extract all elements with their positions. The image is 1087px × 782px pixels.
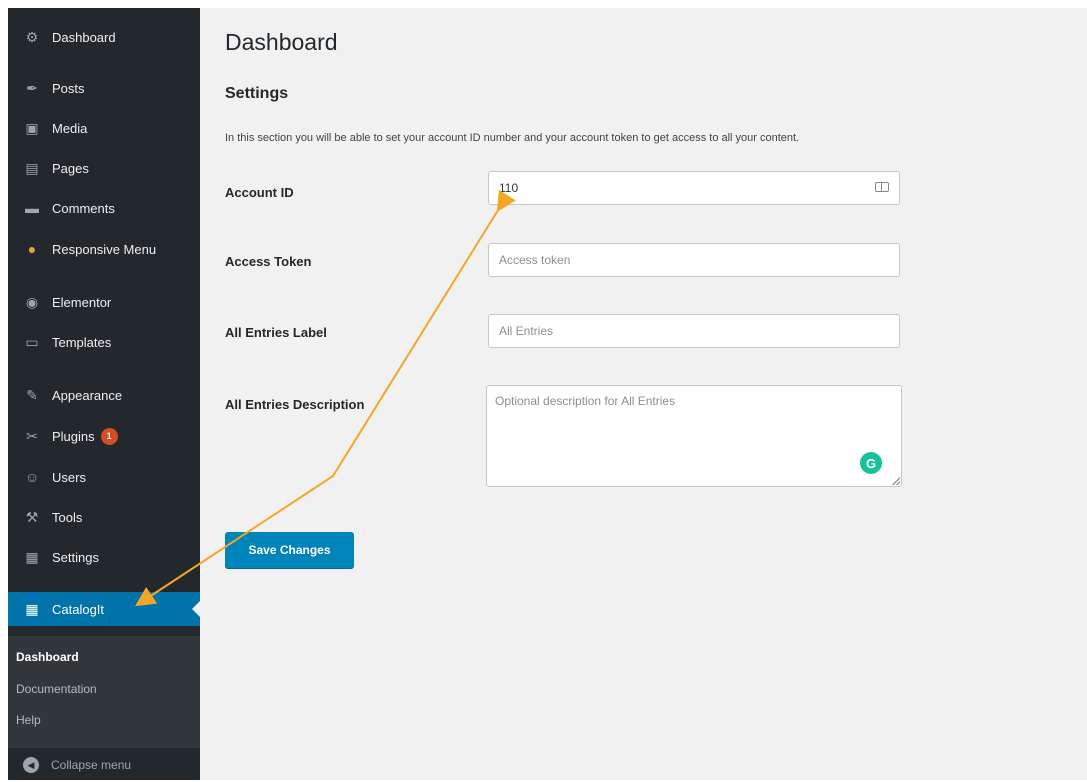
main-content: Dashboard Settings In this section you w… bbox=[200, 8, 1087, 780]
sidebar-item-label: CatalogIt bbox=[52, 601, 105, 617]
sidebar-item-responsive-menu[interactable]: ● Responsive Menu bbox=[8, 232, 200, 266]
sidebar-item-label: Settings bbox=[52, 549, 99, 565]
access-token-input[interactable] bbox=[488, 243, 900, 277]
sidebar-item-label: Tools bbox=[52, 509, 83, 525]
resize-handle[interactable] bbox=[892, 477, 900, 485]
media-icon: ▣ bbox=[25, 119, 39, 136]
collapse-menu-button[interactable]: ◀ Collapse menu bbox=[8, 748, 200, 782]
sidebar-item-posts[interactable]: ✒ Posts bbox=[8, 71, 200, 105]
entries-description-textarea[interactable] bbox=[486, 385, 902, 487]
sidebar-item-appearance[interactable]: ✎ Appearance bbox=[8, 378, 200, 412]
sidebar-item-label: Posts bbox=[52, 80, 85, 96]
comment-icon: ▬ bbox=[25, 200, 39, 216]
sidebar-item-pages[interactable]: ▤ Pages bbox=[8, 151, 200, 185]
sidebar-item-label: Media bbox=[52, 120, 88, 136]
sidebar-item-label: Comments bbox=[52, 200, 115, 216]
pages-icon: ▤ bbox=[25, 159, 39, 176]
entries-description-label: All Entries Description bbox=[225, 397, 365, 412]
submenu-item-documentation[interactable]: Documentation bbox=[16, 682, 97, 696]
sidebar-item-label: Plugins bbox=[52, 428, 95, 444]
sidebar-item-label: Users bbox=[52, 469, 86, 485]
sidebar-item-comments[interactable]: ▬ Comments bbox=[8, 191, 200, 225]
entries-label-label: All Entries Label bbox=[225, 325, 327, 340]
sidebar-item-templates[interactable]: ▭ Templates bbox=[8, 325, 200, 359]
sidebar-item-catalogit[interactable]: ▦ CatalogIt bbox=[8, 592, 200, 626]
grammarly-icon[interactable]: G bbox=[860, 452, 882, 474]
sidebar-item-dashboard[interactable]: ⚙ Dashboard bbox=[8, 20, 200, 54]
update-count-badge: 1 bbox=[100, 427, 118, 445]
dashboard-icon: ⚙ bbox=[25, 28, 39, 45]
brush-icon: ✎ bbox=[26, 386, 38, 403]
wrench-icon: ⚒ bbox=[25, 508, 39, 525]
sidebar-item-plugins[interactable]: ✂ Plugins 1 bbox=[8, 419, 200, 453]
catalogit-submenu: Dashboard Documentation Help bbox=[8, 636, 200, 748]
pin-icon: ✒ bbox=[26, 79, 38, 96]
save-changes-button[interactable]: Save Changes bbox=[225, 532, 354, 568]
entries-label-input[interactable] bbox=[488, 314, 900, 348]
contact-card-icon[interactable] bbox=[875, 182, 889, 192]
sidebar-item-tools[interactable]: ⚒ Tools bbox=[8, 500, 200, 534]
section-title: Settings bbox=[225, 85, 289, 102]
sidebar-item-label: Dashboard bbox=[52, 29, 116, 45]
sidebar-item-label: Elementor bbox=[52, 294, 112, 310]
page-title: Dashboard bbox=[225, 29, 338, 55]
sidebar-item-settings[interactable]: ▦ Settings bbox=[8, 540, 200, 574]
section-description: In this section you will be able to set … bbox=[225, 132, 800, 144]
collapse-menu-label: Collapse menu bbox=[51, 758, 132, 772]
settings-icon: ▦ bbox=[25, 548, 39, 565]
plug-icon: ✂ bbox=[26, 427, 38, 444]
sidebar-item-elementor[interactable]: ◉ Elementor bbox=[8, 285, 200, 319]
elementor-icon: ◉ bbox=[25, 293, 39, 310]
user-icon: ☺ bbox=[24, 469, 40, 485]
grid-icon: ▦ bbox=[25, 600, 39, 617]
sidebar-item-users[interactable]: ☺ Users bbox=[8, 460, 200, 494]
folder-icon: ▭ bbox=[25, 333, 39, 350]
account-id-label: Account ID bbox=[225, 185, 294, 200]
sidebar-item-label: Responsive Menu bbox=[52, 241, 157, 257]
submenu-item-dashboard[interactable]: Dashboard bbox=[16, 650, 79, 664]
sidebar-item-label: Templates bbox=[52, 334, 112, 350]
admin-sidebar: ⚙ Dashboard ✒ Posts ▣ Media ▤ Pages ▬ Co… bbox=[8, 8, 200, 780]
sidebar-item-label: Pages bbox=[52, 160, 89, 176]
active-indicator bbox=[192, 601, 200, 617]
collapse-arrow-icon: ◀ bbox=[23, 757, 39, 773]
sidebar-item-media[interactable]: ▣ Media bbox=[8, 111, 200, 145]
access-token-label: Access Token bbox=[225, 254, 312, 269]
account-id-input[interactable] bbox=[488, 171, 900, 205]
sidebar-item-label: Appearance bbox=[52, 387, 123, 403]
responsive-menu-icon: ● bbox=[27, 241, 37, 257]
submenu-item-help[interactable]: Help bbox=[16, 713, 41, 727]
